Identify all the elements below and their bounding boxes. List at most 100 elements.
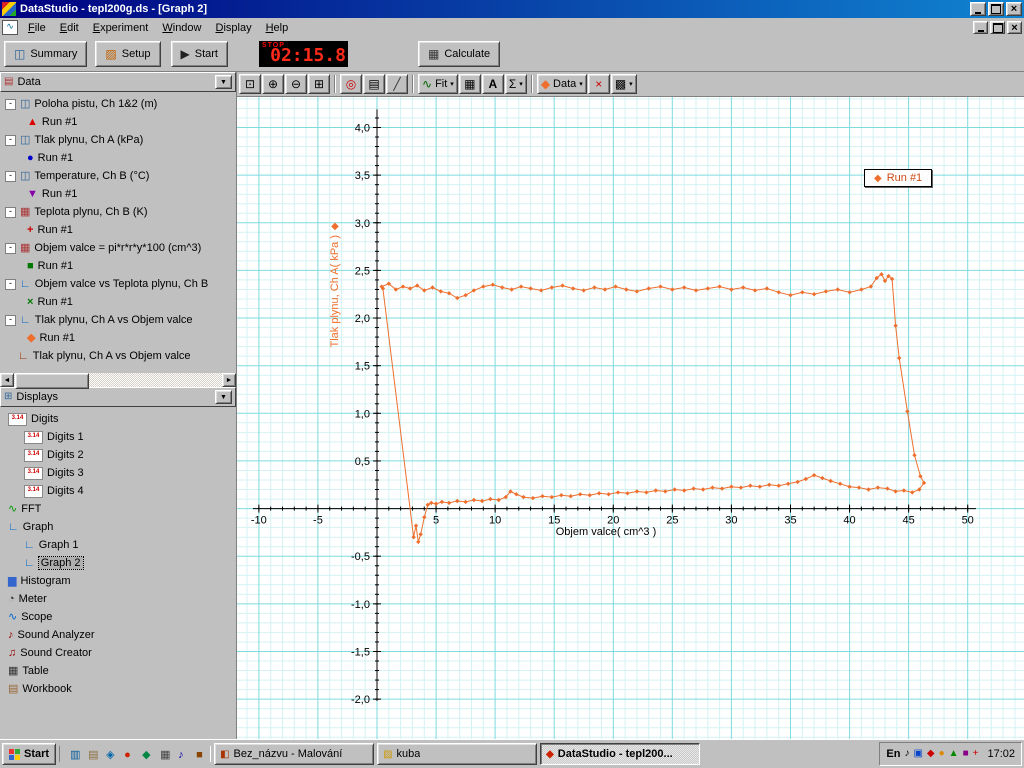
menu-item-file[interactable]: File — [21, 20, 53, 36]
data-tree-hscrollbar[interactable]: ◄ ► — [0, 373, 236, 389]
tray-icon-4[interactable]: ● — [939, 749, 945, 759]
data-source-row[interactable]: ∟ Tlak plynu, Ch A vs Objem valce — [0, 347, 236, 365]
tray-icon-5[interactable]: ▲ — [949, 749, 959, 759]
close-button[interactable]: × — [1006, 2, 1022, 16]
task-button-datastudio-tepl200[interactable]: ◆ DataStudio - tepl200... — [540, 743, 701, 765]
graph-tool-statistics-menu[interactable]: Σ ▾ — [504, 74, 527, 94]
quicklaunch-icon-4[interactable]: ● — [118, 746, 134, 762]
expand-collapse-box[interactable]: - — [5, 98, 16, 110]
run-row[interactable]: ◆ Run #1 — [0, 329, 236, 347]
display-item-fft[interactable]: ∿ FFT — [0, 500, 236, 518]
expand-collapse-box[interactable]: - — [5, 242, 16, 254]
graph-plot-area[interactable]: -10 -5 5 10 15 20 25 30 35 40 45 50 4,0 3,5 3,0 2,5 2,0 1… — [237, 97, 1024, 739]
display-item-digits-4[interactable]: 3.14 Digits 4 — [0, 482, 236, 500]
run-row[interactable]: ● Run #1 — [0, 149, 236, 167]
graph-tool-data-menu[interactable]: ◆ Data ▾ — [536, 74, 587, 94]
tray-icon-1[interactable]: ♪ — [904, 749, 909, 759]
menu-item-help[interactable]: Help — [259, 20, 296, 36]
run-row[interactable]: × Run #1 — [0, 293, 236, 311]
data-source-row[interactable]: - ▦ Teplota plynu, Ch B (K) — [0, 203, 236, 221]
summary-button[interactable]: ◫ Summary — [4, 41, 88, 67]
start-menu-button[interactable]: Start — [2, 743, 57, 765]
setup-button[interactable]: ▨ Setup — [95, 41, 161, 67]
display-item-table[interactable]: ▦ Table — [0, 662, 236, 680]
display-item-histogram[interactable]: ▆ Histogram — [0, 572, 236, 590]
scrollbar-thumb[interactable] — [15, 373, 89, 389]
minimize-button[interactable] — [970, 2, 986, 16]
tray-icon-2[interactable]: ▣ — [913, 749, 922, 759]
data-source-row[interactable]: - ◫ Poloha pistu, Ch 1&2 (m) — [0, 95, 236, 113]
display-icon: ◔ — [8, 592, 15, 605]
tray-icon-7[interactable]: + — [973, 749, 979, 759]
task-button-kuba[interactable]: ▨ kuba — [377, 743, 538, 765]
menu-item-display[interactable]: Display — [209, 20, 259, 36]
data-source-row[interactable]: - ▦ Objem valce = pi*r*r*y*100 (cm^3) — [0, 239, 236, 257]
quicklaunch-icon-1[interactable]: ▥ — [64, 746, 80, 762]
quicklaunch-icon-3[interactable]: ◈ — [100, 746, 116, 762]
graph-tool-remove-item[interactable]: × — [587, 74, 610, 94]
run-row[interactable]: + Run #1 — [0, 221, 236, 239]
displays-panel-menu-button[interactable]: ▼ — [215, 390, 232, 404]
data-source-row[interactable]: - ∟ Objem valce vs Teplota plynu, Ch B — [0, 275, 236, 293]
legend[interactable]: ◆ Run #1 — [864, 169, 933, 187]
graph-tool-scale-to-fit[interactable]: ⊡ — [239, 74, 261, 94]
scroll-left-button[interactable]: ◄ — [0, 373, 14, 387]
child-restore-button[interactable] — [990, 21, 1005, 34]
task-button-bez-n-zvu-malov-n[interactable]: ◧ Bez_názvu - Malování — [214, 743, 375, 765]
graph-tool-fit-menu[interactable]: ∿ Fit ▾ — [418, 74, 458, 94]
calculate-button[interactable]: ▦ Calculate — [417, 41, 501, 67]
expand-collapse-box[interactable]: - — [5, 134, 16, 146]
graph-tool-smart-tool[interactable]: ◎ — [340, 74, 362, 94]
data-panel-menu-button[interactable]: ▼ — [215, 75, 232, 89]
scrollbar-track[interactable] — [14, 373, 222, 389]
quicklaunch-icon-5[interactable]: ◆ — [136, 746, 152, 762]
graph-tool-zoom-in[interactable]: ⊕ — [262, 74, 284, 94]
quicklaunch-icon-6[interactable]: ▦ — [154, 746, 170, 762]
graph-tool-graph-settings[interactable]: ▩ ▾ — [610, 74, 637, 94]
graph-tool-zoom-out[interactable]: ⊖ — [285, 74, 307, 94]
display-item-graph[interactable]: ∟ Graph — [0, 518, 236, 536]
graph-tool-zoom-select[interactable]: ⊞ — [308, 74, 330, 94]
graph-tool-note-tool[interactable]: ▤ — [363, 74, 385, 94]
data-source-row[interactable]: - ◫ Temperature, Ch B (°C) — [0, 167, 236, 185]
run-row[interactable]: ■ Run #1 — [0, 257, 236, 275]
menu-item-window[interactable]: Window — [155, 20, 208, 36]
run-row[interactable]: ▲ Run #1 — [0, 113, 236, 131]
keyboard-layout-indicator[interactable]: En — [886, 748, 900, 760]
expand-collapse-box[interactable]: - — [5, 170, 16, 182]
display-item-digits-1[interactable]: 3.14 Digits 1 — [0, 428, 236, 446]
graph-tool-slope-tool[interactable]: ╱ — [386, 74, 408, 94]
child-minimize-button[interactable] — [973, 21, 988, 34]
y-axis-title-block[interactable]: ◆ Tlak plynu, Ch A( kPa ) — [327, 221, 343, 348]
data-source-row[interactable]: - ◫ Tlak plynu, Ch A (kPa) — [0, 131, 236, 149]
graph-tool-calculate-tool[interactable]: ▦ — [458, 74, 481, 94]
display-item-digits[interactable]: 3.14 Digits — [0, 410, 236, 428]
expand-collapse-box[interactable]: - — [5, 206, 16, 218]
display-item-meter[interactable]: ◔ Meter — [0, 590, 236, 608]
display-item-sound-analyzer[interactable]: ♪ Sound Analyzer — [0, 626, 236, 644]
display-item-digits-2[interactable]: 3.14 Digits 2 — [0, 446, 236, 464]
start-button[interactable]: ▶ Start — [170, 41, 228, 67]
display-item-sound-creator[interactable]: ♫ Sound Creator — [0, 644, 236, 662]
quicklaunch-icon-2[interactable]: ▤ — [82, 746, 98, 762]
quicklaunch-icon-8[interactable]: ■ — [190, 746, 206, 762]
run-row[interactable]: ▼ Run #1 — [0, 185, 236, 203]
graph-tool-text-tool[interactable]: A — [481, 74, 504, 94]
data-source-row[interactable]: - ∟ Tlak plynu, Ch A vs Objem valce — [0, 311, 236, 329]
display-item-scope[interactable]: ∿ Scope — [0, 608, 236, 626]
x-axis-title[interactable]: Objem valce( cm^3 ) — [526, 526, 686, 538]
display-item-graph-1[interactable]: ∟ Graph 1 — [0, 536, 236, 554]
tray-icon-6[interactable]: ■ — [963, 749, 969, 759]
display-item-digits-3[interactable]: 3.14 Digits 3 — [0, 464, 236, 482]
display-item-graph-2[interactable]: ∟ Graph 2 — [0, 554, 236, 572]
tray-icon-3[interactable]: ◆ — [927, 749, 935, 759]
scroll-right-button[interactable]: ► — [222, 373, 236, 387]
maximize-button[interactable] — [988, 2, 1004, 16]
menu-item-edit[interactable]: Edit — [53, 20, 86, 36]
quicklaunch-icon-7[interactable]: ♪ — [172, 746, 188, 762]
expand-collapse-box[interactable]: - — [5, 278, 16, 290]
display-item-workbook[interactable]: ▤ Workbook — [0, 680, 236, 698]
child-close-button[interactable]: × — [1007, 21, 1022, 34]
expand-collapse-box[interactable]: - — [5, 314, 16, 326]
menu-item-experiment[interactable]: Experiment — [86, 20, 156, 36]
